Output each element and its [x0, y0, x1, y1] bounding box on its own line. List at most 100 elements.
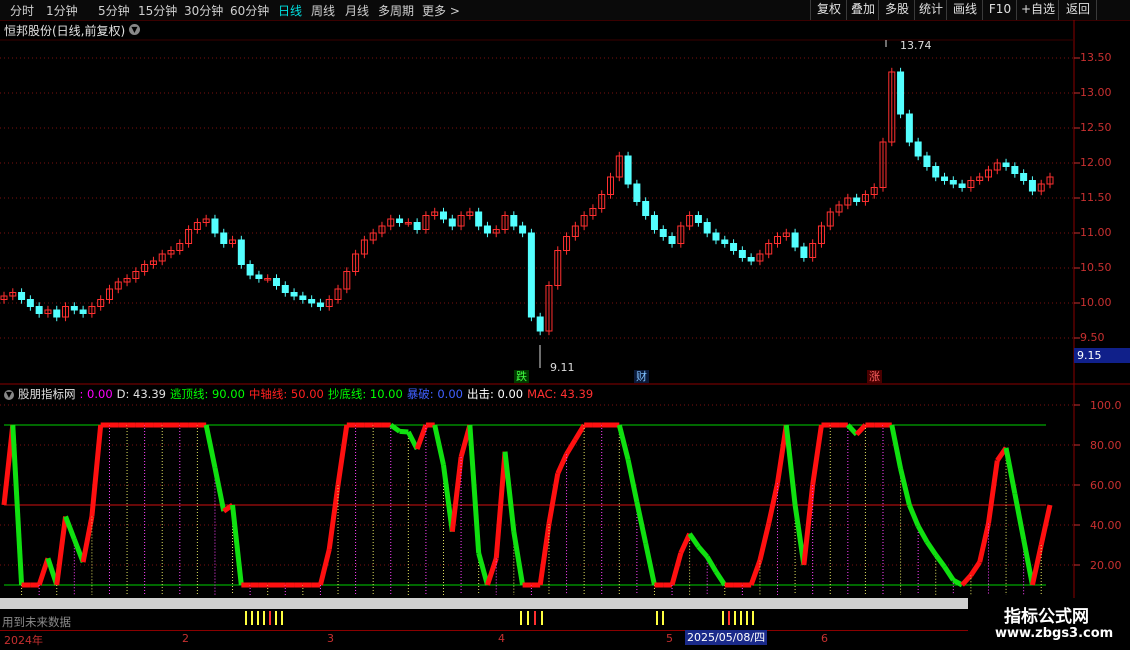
marker-tick [251, 611, 253, 625]
d-line-segment [335, 424, 350, 486]
candle-body [949, 180, 957, 185]
candle-body [897, 71, 905, 115]
price-tick: 12.50 [1080, 121, 1112, 134]
d-line-segment [643, 542, 657, 586]
candle-body [255, 274, 263, 279]
d-line-segment [399, 428, 409, 435]
indicator-tick: 40.00 [1090, 519, 1122, 532]
candle-body [299, 295, 307, 300]
date-tick: 2 [182, 632, 189, 645]
d-line-segment [502, 451, 517, 532]
candle-body [237, 239, 245, 265]
d-line-segment [537, 523, 552, 586]
candle-body [448, 218, 456, 227]
marker-tick [281, 611, 283, 625]
candle-body [791, 232, 799, 248]
d-line-segment [952, 577, 964, 588]
candle-body [747, 257, 755, 262]
price-tick: 12.00 [1080, 156, 1112, 169]
marker-tick [656, 611, 658, 625]
candle-body [211, 218, 219, 234]
candle-body [624, 155, 632, 185]
candle-body [730, 243, 738, 251]
d-line-segment [783, 424, 798, 506]
legend-item: 暴破: 0.00 [406, 387, 463, 401]
d-line-segment [564, 438, 578, 456]
d-line-segment [889, 424, 904, 470]
marker-tick [275, 611, 277, 625]
date-tick: 5 [666, 632, 673, 645]
marker-tick [722, 611, 724, 625]
candle-body [70, 306, 78, 311]
d-line-segment [766, 482, 780, 524]
legend-item: 逃顶线: 90.00 [169, 387, 245, 401]
candle-body [308, 299, 316, 304]
d-line-segment [713, 570, 727, 587]
d-line-segment [801, 484, 816, 566]
d-line-segment [573, 423, 587, 441]
d-line-segment [915, 524, 930, 543]
d-line-segment [326, 484, 341, 550]
current-price-label: 9.15 [1074, 348, 1130, 363]
event-fall-badge[interactable]: 跌 [514, 370, 529, 383]
indicator-tick: 100.0 [1090, 399, 1122, 412]
d-line-segment [696, 544, 710, 559]
marker-tick [752, 611, 754, 625]
d-line-segment [1029, 544, 1044, 586]
date-tick: 6 [821, 632, 828, 645]
candle-body [475, 211, 483, 227]
cursor-date: 2025/05/08/四 [685, 630, 768, 645]
d-line-segment [705, 555, 719, 573]
marker-tick [534, 611, 536, 625]
candle-body [633, 183, 641, 202]
indicator-name: 股朋指标网 [18, 387, 76, 401]
watermark-title: 指标公式网 [1004, 607, 1089, 627]
d-line-segment [687, 532, 701, 549]
marker-tick [746, 611, 748, 625]
d-line-segment [854, 423, 868, 437]
d-line-segment [555, 453, 569, 475]
candle-body [1002, 162, 1010, 167]
future-data-note: 用到未来数据 [2, 615, 71, 629]
candle-body [483, 225, 491, 234]
candle-body [396, 218, 404, 223]
chevron-down-icon[interactable]: ▼ [4, 389, 14, 400]
date-axis: 2024年 2 3 4 5 6 [0, 630, 1074, 647]
marker-tick [734, 611, 736, 625]
candle-body [53, 309, 61, 318]
marker-tick [662, 611, 664, 625]
candle-body [905, 113, 913, 143]
high-annotation: 13.74 [900, 39, 932, 52]
candle-body [281, 285, 289, 293]
candle-body [1028, 180, 1036, 192]
candle-body [914, 141, 922, 157]
candle-body [721, 239, 729, 244]
d-line-segment [757, 522, 772, 561]
candle-body [694, 215, 702, 223]
legend-item: MAC: 43.39 [527, 387, 594, 401]
candle-body [246, 264, 254, 276]
d-line-segment [942, 565, 956, 582]
candle-body [26, 299, 34, 307]
candle-body [642, 201, 650, 216]
candle-body [413, 222, 421, 230]
indicator-tick: 20.00 [1090, 559, 1122, 572]
price-tick: 10.50 [1080, 261, 1112, 274]
d-line-segment [1003, 447, 1018, 495]
candle-body [220, 232, 228, 244]
d-line-segment [968, 560, 982, 577]
legend-item: D: 43.39 [116, 387, 166, 401]
d-line-segment [203, 424, 218, 469]
event-finance-badge[interactable]: 财 [634, 370, 649, 383]
marker-tick [541, 611, 543, 625]
price-tick: 13.00 [1080, 86, 1112, 99]
d-line-segment [511, 531, 526, 586]
candle-body [519, 225, 527, 234]
d-line-segment [1012, 493, 1027, 540]
d-line-segment [54, 516, 69, 586]
candle-body [738, 250, 746, 258]
marker-tick [740, 611, 742, 625]
price-tick: 13.50 [1080, 51, 1112, 64]
candle-body [536, 316, 544, 332]
event-rise-badge[interactable]: 涨 [867, 370, 882, 383]
